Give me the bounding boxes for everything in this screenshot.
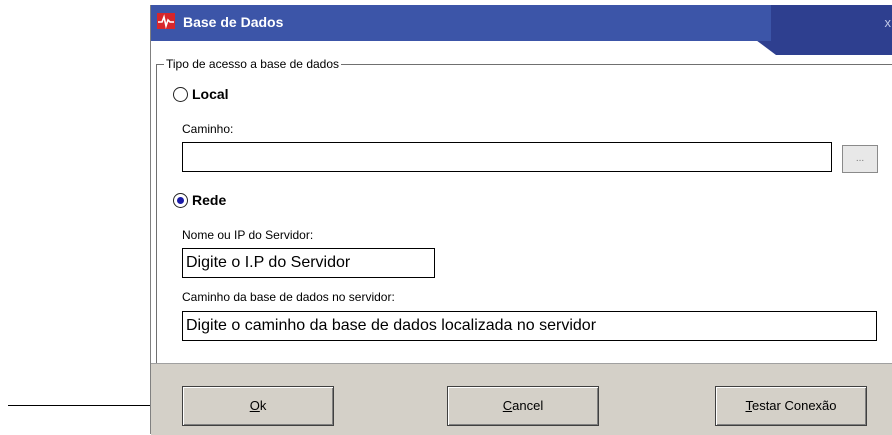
- cancel-button[interactable]: Cancel: [447, 386, 599, 426]
- browse-button[interactable]: ...: [842, 145, 878, 173]
- dialog-content: Tipo de acesso a base de dados Local Cam…: [151, 55, 892, 365]
- ok-button[interactable]: Ok: [182, 386, 334, 426]
- group-legend: Tipo de acesso a base de dados: [164, 57, 342, 71]
- path-input[interactable]: [182, 142, 832, 172]
- cancel-mnemonic: C: [502, 398, 513, 413]
- path-label: Caminho:: [182, 122, 234, 136]
- title-strip-inner: [151, 41, 776, 55]
- ok-mnemonic: O: [249, 398, 260, 413]
- radio-local[interactable]: Local: [173, 86, 229, 102]
- server-label: Nome ou IP do Servidor:: [182, 228, 314, 242]
- title-bar[interactable]: Base de Dados x: [151, 5, 892, 41]
- close-icon[interactable]: x: [885, 15, 892, 30]
- radio-rede-label: Rede: [192, 192, 227, 208]
- server-input[interactable]: Digite o I.P do Servidor: [182, 248, 435, 278]
- window-title: Base de Dados: [183, 14, 284, 30]
- test-connection-button[interactable]: Testar Conexão: [715, 386, 867, 426]
- button-bar: Ok Cancel Testar Conexão: [151, 363, 892, 435]
- db-path-input[interactable]: Digite o caminho da base de dados locali…: [182, 311, 877, 341]
- annotation-arrow-line: [8, 405, 158, 406]
- db-path-label: Caminho da base de dados no servidor:: [182, 290, 395, 304]
- ok-label: k: [259, 398, 267, 413]
- cancel-label: ancel: [512, 398, 544, 413]
- radio-rede[interactable]: Rede: [173, 192, 226, 208]
- radio-rede-button[interactable]: [173, 192, 188, 208]
- test-label: estar Conexão: [751, 398, 837, 413]
- radio-local-label: Local: [192, 86, 229, 102]
- radio-local-button[interactable]: [173, 86, 188, 102]
- heartbeat-icon: [157, 13, 175, 29]
